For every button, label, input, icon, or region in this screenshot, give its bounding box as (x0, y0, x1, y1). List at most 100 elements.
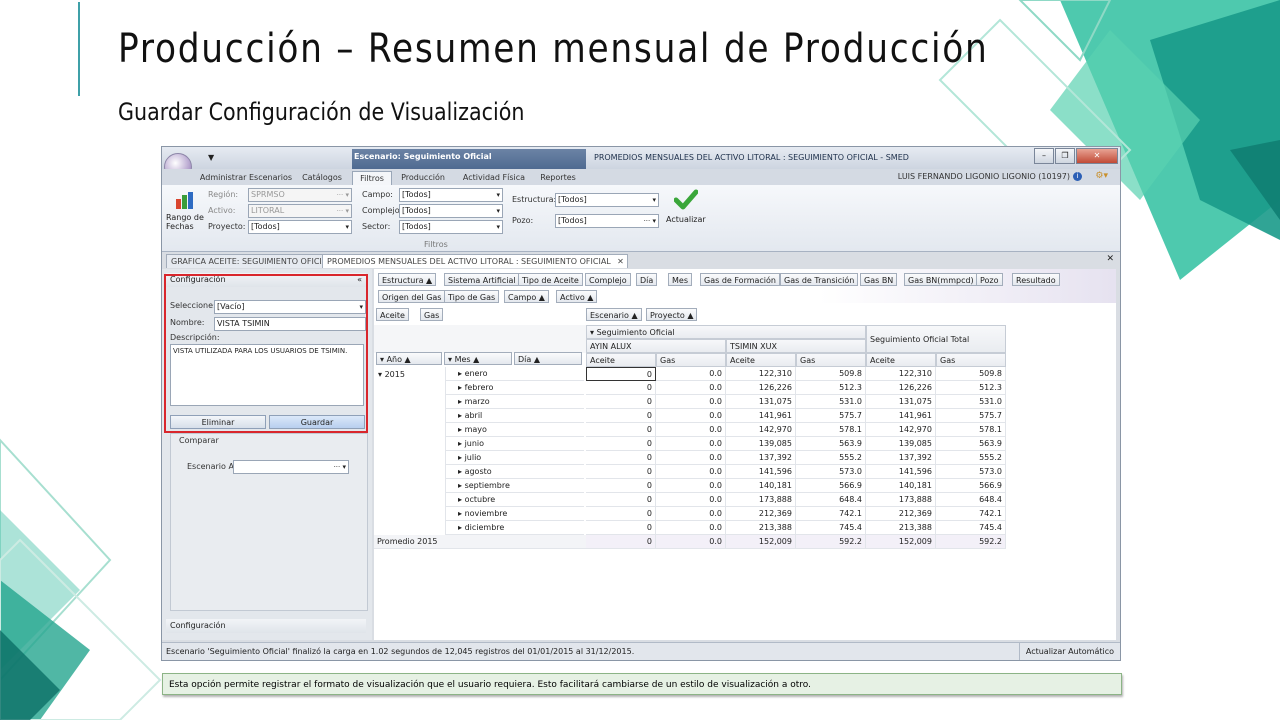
value-cell: 0 (586, 507, 656, 521)
settings-icon[interactable]: ⚙▾ (1095, 171, 1108, 181)
value-cell: 126,226 (866, 381, 936, 395)
month-cell-mayo[interactable]: ▸ mayo (446, 423, 584, 437)
value-cell: 575.7 (796, 409, 866, 423)
promedio-cell: 0.0 (656, 535, 726, 549)
auto-update-status[interactable]: Actualizar Automático (1018, 643, 1114, 660)
pivot-grid: Estructura ▲ Sistema Artificial Tipo de … (374, 269, 1116, 640)
escenario-a-combo[interactable]: ··· ▾ (233, 460, 349, 474)
complejo-combo[interactable]: [Todos] ▾ (399, 204, 503, 218)
value-cell: 0.0 (656, 367, 726, 381)
month-cell-octubre[interactable]: ▸ octubre (446, 493, 584, 507)
value-cell: 212,369 (726, 507, 796, 521)
column-field-escenario[interactable]: Escenario ▲ (586, 308, 642, 321)
value-cell: 742.1 (936, 507, 1006, 521)
field-activo[interactable]: Activo ▲ (556, 290, 598, 303)
actualizar-button[interactable]: Actualizar (666, 187, 706, 231)
doc-tab-promedios[interactable]: PROMEDIOS MENSUALES DEL ACTIVO LITORAL :… (322, 254, 628, 268)
proyecto-combo[interactable]: [Todos] ▾ (248, 220, 352, 234)
value-cell: 573.0 (796, 465, 866, 479)
field-campo[interactable]: Campo ▲ (504, 290, 549, 303)
value-cell: 509.8 (796, 367, 866, 381)
month-cell-junio[interactable]: ▸ junio (446, 437, 584, 451)
document-tabs: GRAFICA ACEITE: SEGUIMIENTO OFICIAL PROM… (162, 252, 1120, 268)
year-cell[interactable]: ▾ 2015 (374, 367, 446, 535)
context-tab-scenario: Escenario: Seguimiento Oficial (352, 149, 586, 169)
field-tipo-aceite[interactable]: Tipo de Aceite (518, 273, 583, 286)
field-pozo[interactable]: Pozo (976, 273, 1003, 286)
sector-combo[interactable]: [Todos] ▾ (399, 220, 503, 234)
month-cell-enero[interactable]: ▸ enero (446, 367, 584, 381)
config-footer[interactable]: Configuración (166, 619, 366, 633)
quick-access-dropdown-icon[interactable]: ▼ (208, 153, 214, 162)
month-cell-julio[interactable]: ▸ julio (446, 451, 584, 465)
field-tipo-gas[interactable]: Tipo de Gas (444, 290, 500, 303)
estructura-combo[interactable]: [Todos] ▾ (555, 193, 659, 207)
header-tsimin-xux: TSIMIN XUX (726, 339, 866, 353)
activo-combo[interactable]: LITORAL ··· ▾ (248, 204, 352, 218)
value-cell: 742.1 (796, 507, 866, 521)
month-cell-diciembre[interactable]: ▸ diciembre (446, 521, 584, 535)
tab-catalogos[interactable]: Catálogos (296, 171, 348, 185)
field-gas-formacion[interactable]: Gas de Formación (700, 273, 780, 286)
row-field-dia[interactable]: Día ▲ (514, 352, 582, 365)
month-cell-septiembre[interactable]: ▸ septiembre (446, 479, 584, 493)
month-cell-agosto[interactable]: ▸ agosto (446, 465, 584, 479)
region-combo[interactable]: SPRMSO ··· ▾ (248, 188, 352, 202)
restore-button[interactable]: ❐ (1055, 148, 1075, 164)
field-dia[interactable]: Día (636, 273, 658, 286)
info-icon[interactable]: i (1073, 172, 1082, 181)
region-value: SPRMSO (251, 190, 285, 199)
month-cell-abril[interactable]: ▸ abril (446, 409, 584, 423)
field-estructura[interactable]: Estructura ▲ (378, 273, 437, 286)
tab-filtros[interactable]: Filtros (352, 171, 392, 185)
close-tab-icon[interactable]: ✕ (617, 255, 624, 269)
pozo-value: [Todos] (558, 216, 587, 225)
rango-fechas-button[interactable]: Rango de Fechas (166, 189, 204, 231)
field-sistema-artificial[interactable]: Sistema Artificial (444, 273, 520, 286)
row-field-mes[interactable]: ▾ Mes ▲ (444, 352, 512, 365)
value-cell: 137,392 (726, 451, 796, 465)
value-cell: 0.0 (656, 479, 726, 493)
value-cell: 139,085 (866, 437, 936, 451)
month-cell-febrero[interactable]: ▸ febrero (446, 381, 584, 395)
value-cell: 131,075 (726, 395, 796, 409)
complejo-value: [Todos] (402, 206, 431, 215)
header-gas-1: Gas (656, 353, 726, 367)
data-field-aceite[interactable]: Aceite (376, 308, 409, 321)
tab-produccion[interactable]: Producción (394, 171, 452, 185)
estructura-value: [Todos] (558, 195, 587, 204)
tab-reportes[interactable]: Reportes (534, 171, 582, 185)
field-complejo[interactable]: Complejo (585, 273, 631, 286)
estructura-label: Estructura: (512, 195, 557, 204)
field-resultado[interactable]: Resultado (1012, 273, 1060, 286)
close-all-icon[interactable]: ✕ (1106, 254, 1114, 264)
slide-title: Producción – Resumen mensual de Producci… (118, 26, 989, 72)
value-cell: 141,961 (866, 409, 936, 423)
field-origen-gas[interactable]: Origen del Gas (378, 290, 446, 303)
field-mes[interactable]: Mes (668, 273, 692, 286)
tab-administrar-escenarios[interactable]: Administrar Escenarios (196, 171, 296, 185)
row-field-dia-label: Día (518, 355, 532, 364)
column-field-proyecto[interactable]: Proyecto ▲ (646, 308, 698, 321)
value-cell: 0.0 (656, 395, 726, 409)
comparar-label: Comparar (179, 436, 219, 445)
close-button[interactable]: ✕ (1076, 148, 1118, 164)
field-gas-transicion[interactable]: Gas de Transición (780, 273, 859, 286)
tab-actividad-fisica[interactable]: Actividad Física (454, 171, 534, 185)
minimize-button[interactable]: – (1034, 148, 1054, 164)
doc-tab-grafica-aceite[interactable]: GRAFICA ACEITE: SEGUIMIENTO OFICIAL (166, 254, 337, 268)
field-gas-bn-mmpcd[interactable]: Gas BN(mmpcd) (904, 273, 978, 286)
escenario-a-label: Escenario A: (187, 462, 237, 471)
header-seguimiento-oficial[interactable]: ▾ Seguimiento Oficial (586, 325, 866, 339)
pozo-combo[interactable]: [Todos] ··· ▾ (555, 214, 659, 228)
header-gas-2: Gas (796, 353, 866, 367)
field-gas-bn[interactable]: Gas BN (860, 273, 898, 286)
month-label: noviembre (464, 509, 508, 518)
value-cell: 512.3 (936, 381, 1006, 395)
campo-combo[interactable]: [Todos] ▾ (399, 188, 503, 202)
row-field-anio[interactable]: ▾ Año ▲ (376, 352, 442, 365)
data-field-gas[interactable]: Gas (420, 308, 444, 321)
month-cell-marzo[interactable]: ▸ marzo (446, 395, 584, 409)
value-cell: 575.7 (936, 409, 1006, 423)
month-cell-noviembre[interactable]: ▸ noviembre (446, 507, 584, 521)
